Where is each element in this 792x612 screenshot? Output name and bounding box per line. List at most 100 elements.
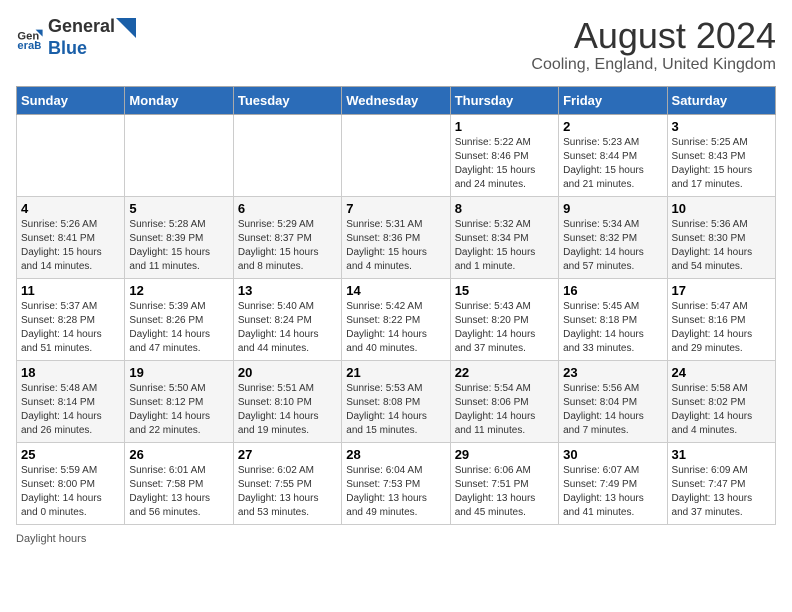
day-number: 24 — [672, 365, 771, 380]
main-title: August 2024 — [531, 16, 776, 56]
calendar-week-row: 4 Sunrise: 5:26 AM Sunset: 8:41 PM Daylig… — [17, 196, 776, 278]
day-info: Sunrise: 6:01 AM Sunset: 7:58 PM Dayligh… — [129, 464, 228, 520]
calendar-cell: 8 Sunrise: 5:32 AM Sunset: 8:34 PM Daylig… — [450, 196, 558, 278]
day-info: Sunrise: 5:40 AM Sunset: 8:24 PM Dayligh… — [238, 300, 337, 356]
day-info: Sunrise: 5:23 AM Sunset: 8:44 PM Dayligh… — [563, 136, 662, 192]
day-number: 15 — [455, 283, 554, 298]
logo-triangle-icon — [116, 18, 136, 38]
day-number: 17 — [672, 283, 771, 298]
logo: Gen eral B General Blue — [16, 16, 136, 59]
calendar-table: SundayMondayTuesdayWednesdayThursdayFrid… — [16, 86, 776, 525]
day-number: 14 — [346, 283, 445, 298]
day-number: 28 — [346, 447, 445, 462]
day-number: 30 — [563, 447, 662, 462]
day-info: Sunrise: 5:48 AM Sunset: 8:14 PM Dayligh… — [21, 382, 120, 438]
calendar-cell: 14 Sunrise: 5:42 AM Sunset: 8:22 PM Dayli… — [342, 278, 450, 360]
calendar-cell: 30 Sunrise: 6:07 AM Sunset: 7:49 PM Dayli… — [559, 442, 667, 524]
day-info: Sunrise: 6:06 AM Sunset: 7:51 PM Dayligh… — [455, 464, 554, 520]
calendar-cell: 11 Sunrise: 5:37 AM Sunset: 8:28 PM Dayli… — [17, 278, 125, 360]
calendar-cell — [17, 114, 125, 196]
day-info: Sunrise: 5:47 AM Sunset: 8:16 PM Dayligh… — [672, 300, 771, 356]
day-info: Sunrise: 5:56 AM Sunset: 8:04 PM Dayligh… — [563, 382, 662, 438]
title-section: August 2024 Cooling, England, United Kin… — [531, 16, 776, 74]
day-info: Sunrise: 5:34 AM Sunset: 8:32 PM Dayligh… — [563, 218, 662, 274]
day-info: Sunrise: 6:04 AM Sunset: 7:53 PM Dayligh… — [346, 464, 445, 520]
day-number: 22 — [455, 365, 554, 380]
day-number: 18 — [21, 365, 120, 380]
day-info: Sunrise: 6:02 AM Sunset: 7:55 PM Dayligh… — [238, 464, 337, 520]
calendar-cell: 29 Sunrise: 6:06 AM Sunset: 7:51 PM Dayli… — [450, 442, 558, 524]
day-number: 8 — [455, 201, 554, 216]
day-number: 7 — [346, 201, 445, 216]
day-number: 16 — [563, 283, 662, 298]
calendar-week-row: 11 Sunrise: 5:37 AM Sunset: 8:28 PM Dayli… — [17, 278, 776, 360]
calendar-cell: 2 Sunrise: 5:23 AM Sunset: 8:44 PM Daylig… — [559, 114, 667, 196]
day-info: Sunrise: 5:50 AM Sunset: 8:12 PM Dayligh… — [129, 382, 228, 438]
calendar-day-header: Sunday — [17, 86, 125, 114]
logo-icon: Gen eral B — [16, 24, 44, 52]
footer-note: Daylight hours — [16, 533, 776, 545]
day-info: Sunrise: 5:45 AM Sunset: 8:18 PM Dayligh… — [563, 300, 662, 356]
day-info: Sunrise: 5:28 AM Sunset: 8:39 PM Dayligh… — [129, 218, 228, 274]
header: Gen eral B General Blue August 2024 Cool… — [16, 16, 776, 74]
calendar-cell: 31Sunrise: 6:09 AM Sunset: 7:47 PM Dayli… — [667, 442, 775, 524]
calendar-cell: 1Sunrise: 5:22 AM Sunset: 8:46 PM Daylig… — [450, 114, 558, 196]
calendar-cell: 28 Sunrise: 6:04 AM Sunset: 7:53 PM Dayli… — [342, 442, 450, 524]
day-number: 27 — [238, 447, 337, 462]
calendar-day-header: Friday — [559, 86, 667, 114]
day-info: Sunrise: 5:22 AM Sunset: 8:46 PM Dayligh… — [455, 136, 554, 192]
day-number: 23 — [563, 365, 662, 380]
calendar-cell: 9 Sunrise: 5:34 AM Sunset: 8:32 PM Daylig… — [559, 196, 667, 278]
calendar-cell: 18 Sunrise: 5:48 AM Sunset: 8:14 PM Dayli… — [17, 360, 125, 442]
day-number: 2 — [563, 119, 662, 134]
calendar-cell: 6 Sunrise: 5:29 AM Sunset: 8:37 PM Daylig… — [233, 196, 341, 278]
day-info: Sunrise: 5:31 AM Sunset: 8:36 PM Dayligh… — [346, 218, 445, 274]
day-number: 3 — [672, 119, 771, 134]
day-number: 13 — [238, 283, 337, 298]
day-number: 31 — [672, 447, 771, 462]
day-info: Sunrise: 5:39 AM Sunset: 8:26 PM Dayligh… — [129, 300, 228, 356]
day-info: Sunrise: 5:37 AM Sunset: 8:28 PM Dayligh… — [21, 300, 120, 356]
calendar-cell: 15 Sunrise: 5:43 AM Sunset: 8:20 PM Dayli… — [450, 278, 558, 360]
day-number: 26 — [129, 447, 228, 462]
logo-general: General — [48, 16, 115, 38]
calendar-cell: 20Sunrise: 5:51 AM Sunset: 8:10 PM Dayli… — [233, 360, 341, 442]
day-number: 21 — [346, 365, 445, 380]
day-number: 5 — [129, 201, 228, 216]
calendar-cell: 3 Sunrise: 5:25 AM Sunset: 8:43 PM Daylig… — [667, 114, 775, 196]
calendar-cell: 21Sunrise: 5:53 AM Sunset: 8:08 PM Dayli… — [342, 360, 450, 442]
calendar-cell — [342, 114, 450, 196]
day-number: 4 — [21, 201, 120, 216]
day-info: Sunrise: 5:26 AM Sunset: 8:41 PM Dayligh… — [21, 218, 120, 274]
calendar-cell: 7 Sunrise: 5:31 AM Sunset: 8:36 PM Daylig… — [342, 196, 450, 278]
calendar-week-row: 25Sunrise: 5:59 AM Sunset: 8:00 PM Dayli… — [17, 442, 776, 524]
calendar-cell: 27 Sunrise: 6:02 AM Sunset: 7:55 PM Dayli… — [233, 442, 341, 524]
day-info: Sunrise: 5:54 AM Sunset: 8:06 PM Dayligh… — [455, 382, 554, 438]
day-number: 12 — [129, 283, 228, 298]
day-number: 25 — [21, 447, 120, 462]
day-info: Sunrise: 5:29 AM Sunset: 8:37 PM Dayligh… — [238, 218, 337, 274]
svg-text:B: B — [34, 41, 41, 52]
calendar-cell: 12 Sunrise: 5:39 AM Sunset: 8:26 PM Dayli… — [125, 278, 233, 360]
day-number: 11 — [21, 283, 120, 298]
day-info: Sunrise: 5:32 AM Sunset: 8:34 PM Dayligh… — [455, 218, 554, 274]
calendar-day-header: Thursday — [450, 86, 558, 114]
day-info: Sunrise: 6:07 AM Sunset: 7:49 PM Dayligh… — [563, 464, 662, 520]
calendar-cell: 23 Sunrise: 5:56 AM Sunset: 8:04 PM Dayli… — [559, 360, 667, 442]
day-info: Sunrise: 5:43 AM Sunset: 8:20 PM Dayligh… — [455, 300, 554, 356]
day-number: 20 — [238, 365, 337, 380]
day-number: 6 — [238, 201, 337, 216]
calendar-week-row: 18 Sunrise: 5:48 AM Sunset: 8:14 PM Dayli… — [17, 360, 776, 442]
calendar-cell: 13 Sunrise: 5:40 AM Sunset: 8:24 PM Dayli… — [233, 278, 341, 360]
day-info: Sunrise: 5:42 AM Sunset: 8:22 PM Dayligh… — [346, 300, 445, 356]
day-info: Sunrise: 5:58 AM Sunset: 8:02 PM Dayligh… — [672, 382, 771, 438]
day-number: 29 — [455, 447, 554, 462]
day-number: 9 — [563, 201, 662, 216]
subtitle: Cooling, England, United Kingdom — [531, 56, 776, 74]
calendar-cell: 22 Sunrise: 5:54 AM Sunset: 8:06 PM Dayli… — [450, 360, 558, 442]
calendar-day-header: Monday — [125, 86, 233, 114]
calendar-cell: 25Sunrise: 5:59 AM Sunset: 8:00 PM Dayli… — [17, 442, 125, 524]
calendar-day-header: Wednesday — [342, 86, 450, 114]
day-info: Sunrise: 5:25 AM Sunset: 8:43 PM Dayligh… — [672, 136, 771, 192]
day-number: 10 — [672, 201, 771, 216]
